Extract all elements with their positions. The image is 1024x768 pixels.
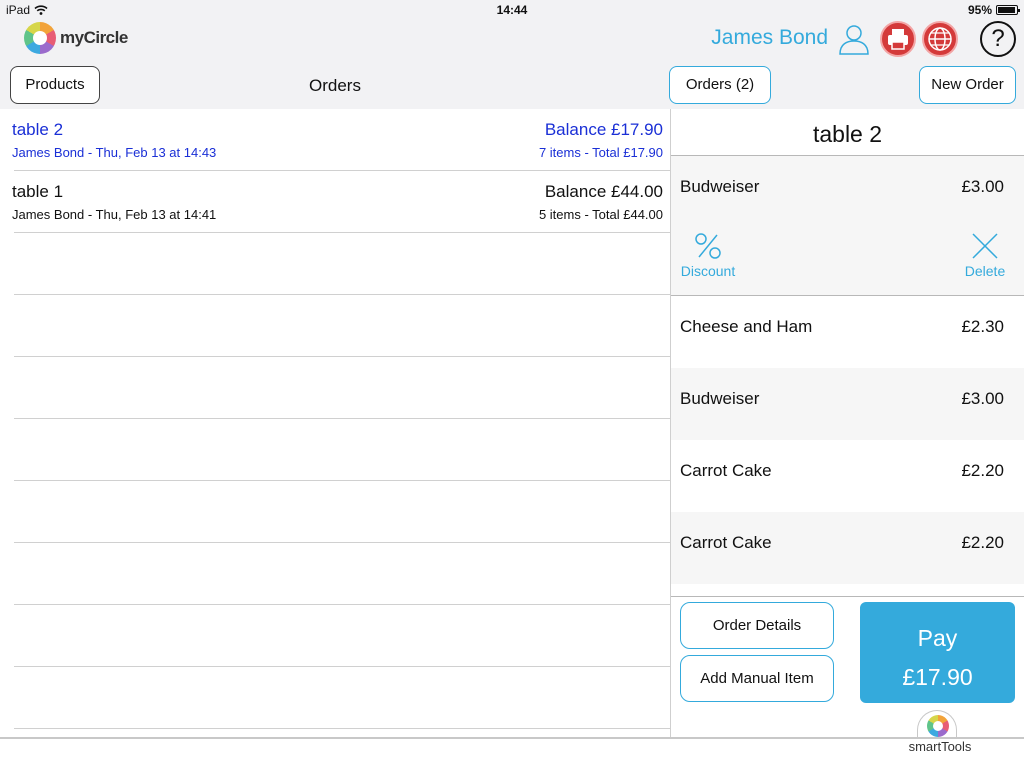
new-order-button[interactable]: New Order (919, 66, 1016, 104)
status-time: 14:44 (496, 3, 528, 17)
order-actions: Order Details Add Manual Item Pay £17.90 (671, 596, 1024, 738)
empty-row (14, 295, 670, 357)
toolbar: Products Orders Orders (2) New Order (0, 60, 1024, 109)
item-name: Cheese and Ham (680, 317, 813, 336)
empty-row (14, 605, 670, 667)
add-manual-item-button[interactable]: Add Manual Item (680, 655, 834, 702)
order-name: table 2 (12, 120, 64, 139)
discount-label: Discount (680, 263, 736, 279)
order-summary: 7 items - Total £17.90 (538, 145, 663, 160)
pay-button[interactable]: Pay £17.90 (860, 602, 1015, 703)
orders-count-button[interactable]: Orders (2) (669, 66, 771, 104)
order-detail-title: table 2 (671, 109, 1024, 156)
page-title: Orders (309, 76, 361, 95)
smarttools-label[interactable]: smartTools (904, 739, 976, 754)
delete-label: Delete (964, 263, 1006, 279)
printer-icon[interactable] (880, 21, 916, 57)
close-icon (955, 231, 1015, 263)
discount-button[interactable]: Discount (678, 231, 738, 279)
item-name: Budweiser (680, 389, 760, 408)
user-name[interactable]: James Bond (711, 26, 828, 50)
order-item[interactable]: Carrot Cake £2.20 (671, 512, 1024, 584)
globe-icon[interactable] (922, 21, 958, 57)
item-name: Carrot Cake (680, 533, 772, 552)
item-price: £2.30 (961, 317, 1004, 336)
battery-icon (996, 5, 1020, 15)
empty-row (14, 667, 670, 729)
item-price: £3.00 (961, 177, 1004, 196)
help-icon[interactable]: ? (980, 21, 1016, 57)
order-balance: Balance £17.90 (544, 120, 663, 139)
orders-list: table 2 James Bond - Thu, Feb 13 at 14:4… (0, 109, 670, 738)
smarttools-logo-icon (927, 715, 949, 737)
mycircle-logo-icon (24, 22, 56, 54)
order-item-expanded[interactable]: Budweiser £3.00 Discount Delete (671, 156, 1024, 296)
item-price: £2.20 (961, 533, 1004, 552)
order-name: table 1 (12, 182, 64, 201)
order-balance: Balance £44.00 (544, 182, 663, 201)
bottom-bar: smartTools (0, 737, 1024, 768)
item-name: Carrot Cake (680, 461, 772, 480)
empty-row (14, 357, 670, 419)
app-header: myCircle James Bond ? (0, 20, 1024, 60)
order-meta: James Bond - Thu, Feb 13 at 14:41 (12, 207, 217, 222)
empty-row (14, 481, 670, 543)
status-bar: iPad 14:44 95% (0, 0, 1024, 20)
empty-row (14, 233, 670, 295)
user-profile-icon[interactable] (836, 21, 872, 57)
battery-percent: 95% (967, 3, 992, 17)
item-price: £2.20 (961, 461, 1004, 480)
app-name: myCircle (60, 28, 128, 47)
delete-button[interactable]: Delete (955, 231, 1015, 279)
battery-fill (998, 7, 1015, 13)
order-row[interactable]: table 2 James Bond - Thu, Feb 13 at 14:4… (12, 109, 670, 171)
order-row[interactable]: table 1 James Bond - Thu, Feb 13 at 14:4… (12, 171, 670, 233)
item-price: £3.00 (961, 389, 1004, 408)
battery-indicator: 95% (967, 3, 1020, 17)
pay-amount: £17.90 (902, 664, 973, 690)
products-button[interactable]: Products (10, 66, 100, 104)
order-summary: 5 items - Total £44.00 (538, 207, 663, 222)
percent-icon (678, 231, 738, 263)
empty-row (14, 419, 670, 481)
order-item[interactable]: Carrot Cake £2.20 (671, 440, 1024, 512)
order-details-button[interactable]: Order Details (680, 602, 834, 649)
pay-label: Pay (917, 625, 958, 651)
order-meta: James Bond - Thu, Feb 13 at 14:43 (12, 145, 217, 160)
item-name: Budweiser (680, 177, 760, 196)
empty-row (14, 543, 670, 605)
app-logo: myCircle (24, 20, 128, 56)
order-item[interactable]: Cheese and Ham £2.30 (671, 296, 1024, 368)
order-item[interactable]: Budweiser £3.00 (671, 368, 1024, 440)
